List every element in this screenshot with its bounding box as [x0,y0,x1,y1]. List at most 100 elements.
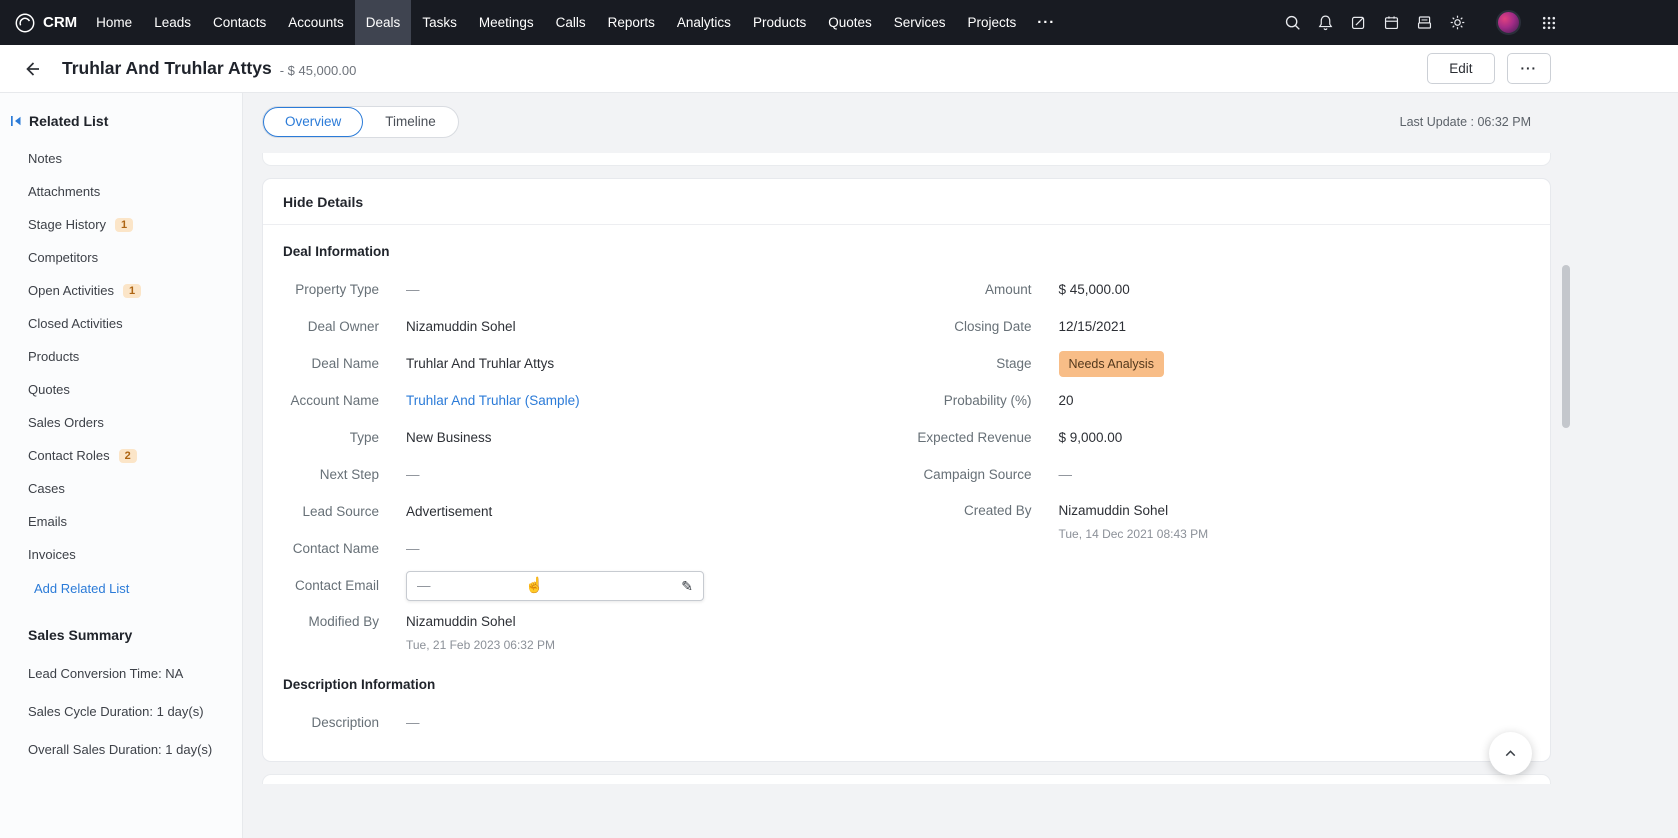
main-panel: OverviewTimeline Last Update : 06:32 PM … [243,93,1678,838]
field-value-text: — [406,282,420,297]
card-sections: Deal InformationProperty Type—Deal Owner… [263,225,1550,745]
nav-item-analytics[interactable]: Analytics [666,0,742,45]
next-card-top-edge [262,774,1551,784]
tab-overview[interactable]: Overview [263,107,363,137]
sidebar-item-products[interactable]: Products [0,340,242,373]
sidebar-item-label: Competitors [28,250,98,265]
sidebar-item-label: Emails [28,514,67,529]
field-value-text: Advertisement [406,504,492,519]
scroll-to-top-button[interactable] [1489,732,1532,775]
edit-pencil-icon[interactable]: ✎ [681,577,693,595]
sidebar-item-label: Contact Roles [28,448,110,463]
sidebar-item-contact-roles[interactable]: Contact Roles 2 [0,439,242,472]
nav-more-button[interactable]: ··· [1027,1,1065,44]
sidebar-item-emails[interactable]: Emails [0,505,242,538]
compose-icon[interactable] [1350,14,1367,31]
field-columns: Property Type—Deal OwnerNizamuddin Sohel… [283,271,1530,654]
calendar-icon[interactable] [1383,14,1400,31]
edit-button[interactable]: Edit [1427,53,1494,84]
sales-summary-item: Overall Sales Duration: 1 day(s) [0,719,242,757]
sidebar-item-invoices[interactable]: Invoices [0,538,242,571]
hide-details-toggle[interactable]: Hide Details [263,179,1550,225]
sidebar-item-stage-history[interactable]: Stage History 1 [0,208,242,241]
field-value-text: $ 9,000.00 [1059,430,1123,445]
field-row-probability: Probability (%) 20 [907,382,1531,419]
nav-item-contacts[interactable]: Contacts [202,0,277,45]
record-more-button[interactable]: ··· [1507,53,1552,84]
sales-summary-item: Lead Conversion Time: NA [0,643,242,681]
nav-item-deals[interactable]: Deals [355,0,412,45]
sidebar-item-notes[interactable]: Notes [0,142,242,175]
field-value-wrap: 20 [1059,392,1074,410]
nav-item-calls[interactable]: Calls [545,0,597,45]
related-list-title: Related List [29,113,108,129]
sidebar-item-open-activities[interactable]: Open Activities1 [0,274,242,307]
nav-item-tasks[interactable]: Tasks [411,0,468,45]
sales-summary-item: Sales Cycle Duration: 1 day(s) [0,681,242,719]
last-update-text: Last Update : 06:32 PM [1400,115,1531,129]
nav-item-quotes[interactable]: Quotes [817,0,883,45]
nav-item-reports[interactable]: Reports [597,0,666,45]
collapse-sidebar-icon[interactable] [10,115,22,127]
section-title: Description Information [283,677,1530,692]
nav-item-products[interactable]: Products [742,0,817,45]
notifications-bell-icon[interactable] [1317,14,1334,31]
count-badge: 1 [115,218,133,232]
field-value-wrap: — [406,466,420,484]
account-name-link[interactable]: Truhlar And Truhlar (Sample) [406,393,580,408]
back-arrow-icon[interactable] [22,59,42,79]
sidebar-item-attachments[interactable]: Attachments [0,175,242,208]
field-row-next-step: Next Step — [283,456,907,493]
count-badge: 2 [119,449,137,463]
field-row-type: TypeNew Business [283,419,907,456]
sidebar-item-sales-orders[interactable]: Sales Orders [0,406,242,439]
related-list-sidebar: Related List NotesAttachmentsStage Histo… [0,93,243,838]
vertical-scrollbar-thumb[interactable] [1562,265,1570,428]
settings-gear-icon[interactable] [1449,14,1466,31]
tab-timeline[interactable]: Timeline [363,107,458,137]
field-row-closing-date: Closing Date12/15/2021 [907,308,1531,345]
billing-terminal-icon[interactable] [1416,14,1433,31]
sidebar-item-closed-activities[interactable]: Closed Activities [0,307,242,340]
section-title: Deal Information [283,244,1530,259]
contact-email-inline-edit[interactable]: —☝✎ [406,571,704,601]
record-header: Truhlar And Truhlar Attys - $ 45,000.00 … [0,45,1678,93]
field-value-text: $ 45,000.00 [1059,282,1130,297]
field-value-wrap: $ 9,000.00 [1059,429,1123,447]
field-label: Next Step [283,466,379,484]
add-related-list-link[interactable]: Add Related List [0,571,242,596]
sidebar-item-quotes[interactable]: Quotes [0,373,242,406]
field-value-wrap: Nizamuddin Sohel [406,318,516,336]
crm-deal-detail-page: { "colors": { "accent": "#2b7bd8", "nav-… [0,0,1678,838]
field-label: Property Type [283,281,379,299]
field-value-wrap: —☝✎ [406,571,704,601]
field-label: Probability (%) [907,392,1032,410]
sidebar-item-cases[interactable]: Cases [0,472,242,505]
crm-logo-icon [14,12,36,34]
field-sub-text: Tue, 14 Dec 2021 08:43 PM [1059,525,1209,543]
field-row-property-type: Property Type — [283,271,907,308]
field-value-text: Nizamuddin Sohel [406,614,516,629]
nav-item-home[interactable]: Home [85,0,143,45]
field-label: Created By [907,502,1032,520]
crm-logo[interactable]: CRM [14,12,77,34]
user-avatar[interactable] [1496,10,1521,35]
search-icon[interactable] [1284,14,1301,31]
sidebar-item-label: Stage History [28,217,106,232]
previous-card-bottom-edge [262,153,1551,166]
nav-item-meetings[interactable]: Meetings [468,0,545,45]
field-label: Closing Date [907,318,1032,336]
field-row-contact-email: Contact Email—☝✎ [283,567,907,604]
nav-item-projects[interactable]: Projects [957,0,1028,45]
apps-grid-icon[interactable] [1541,15,1557,31]
field-row-created-by: Created ByNizamuddin SohelTue, 14 Dec 20… [907,493,1531,543]
brand-label: CRM [43,14,77,31]
sidebar-item-competitors[interactable]: Competitors [0,241,242,274]
field-row-campaign-source: Campaign Source— [907,456,1531,493]
field-value-wrap: Truhlar And Truhlar Attys [406,355,554,373]
field-value-wrap: — [406,714,420,732]
nav-item-leads[interactable]: Leads [143,0,202,45]
nav-item-services[interactable]: Services [883,0,957,45]
field-label: Expected Revenue [907,429,1032,447]
nav-item-accounts[interactable]: Accounts [277,0,355,45]
